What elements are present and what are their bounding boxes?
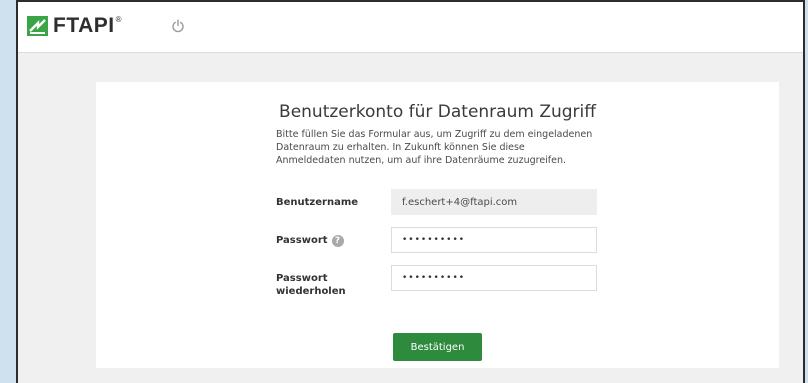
app-window: FTAPI ® Benutzerkonto für Datenraum Zugr…	[16, 0, 805, 383]
logo-text: FTAPI	[53, 14, 115, 37]
power-icon[interactable]	[171, 19, 185, 33]
password-label: Passwort ?	[276, 234, 344, 247]
ftapi-logo[interactable]: FTAPI ®	[27, 14, 122, 38]
confirm-button[interactable]: Bestätigen	[393, 333, 482, 361]
password-label-text: Passwort	[276, 235, 328, 246]
question-circle-icon[interactable]: ?	[331, 234, 344, 247]
username-label: Benutzername	[276, 197, 359, 208]
ftapi-logo-icon	[27, 16, 48, 36]
registration-card: Benutzerkonto für Datenraum Zugriff Bitt…	[96, 82, 779, 368]
password-repeat-label: Passwort wiederholen	[276, 273, 346, 297]
top-bar: FTAPI ®	[18, 2, 803, 53]
username-field[interactable]	[391, 189, 597, 215]
password-repeat-field[interactable]	[391, 265, 597, 291]
password-field[interactable]	[391, 227, 597, 253]
form-description: Bitte füllen Sie das Formular aus, um Zu…	[276, 129, 593, 166]
page-title: Benutzerkonto für Datenraum Zugriff	[279, 102, 596, 122]
logo-registered-mark: ®	[115, 14, 122, 24]
